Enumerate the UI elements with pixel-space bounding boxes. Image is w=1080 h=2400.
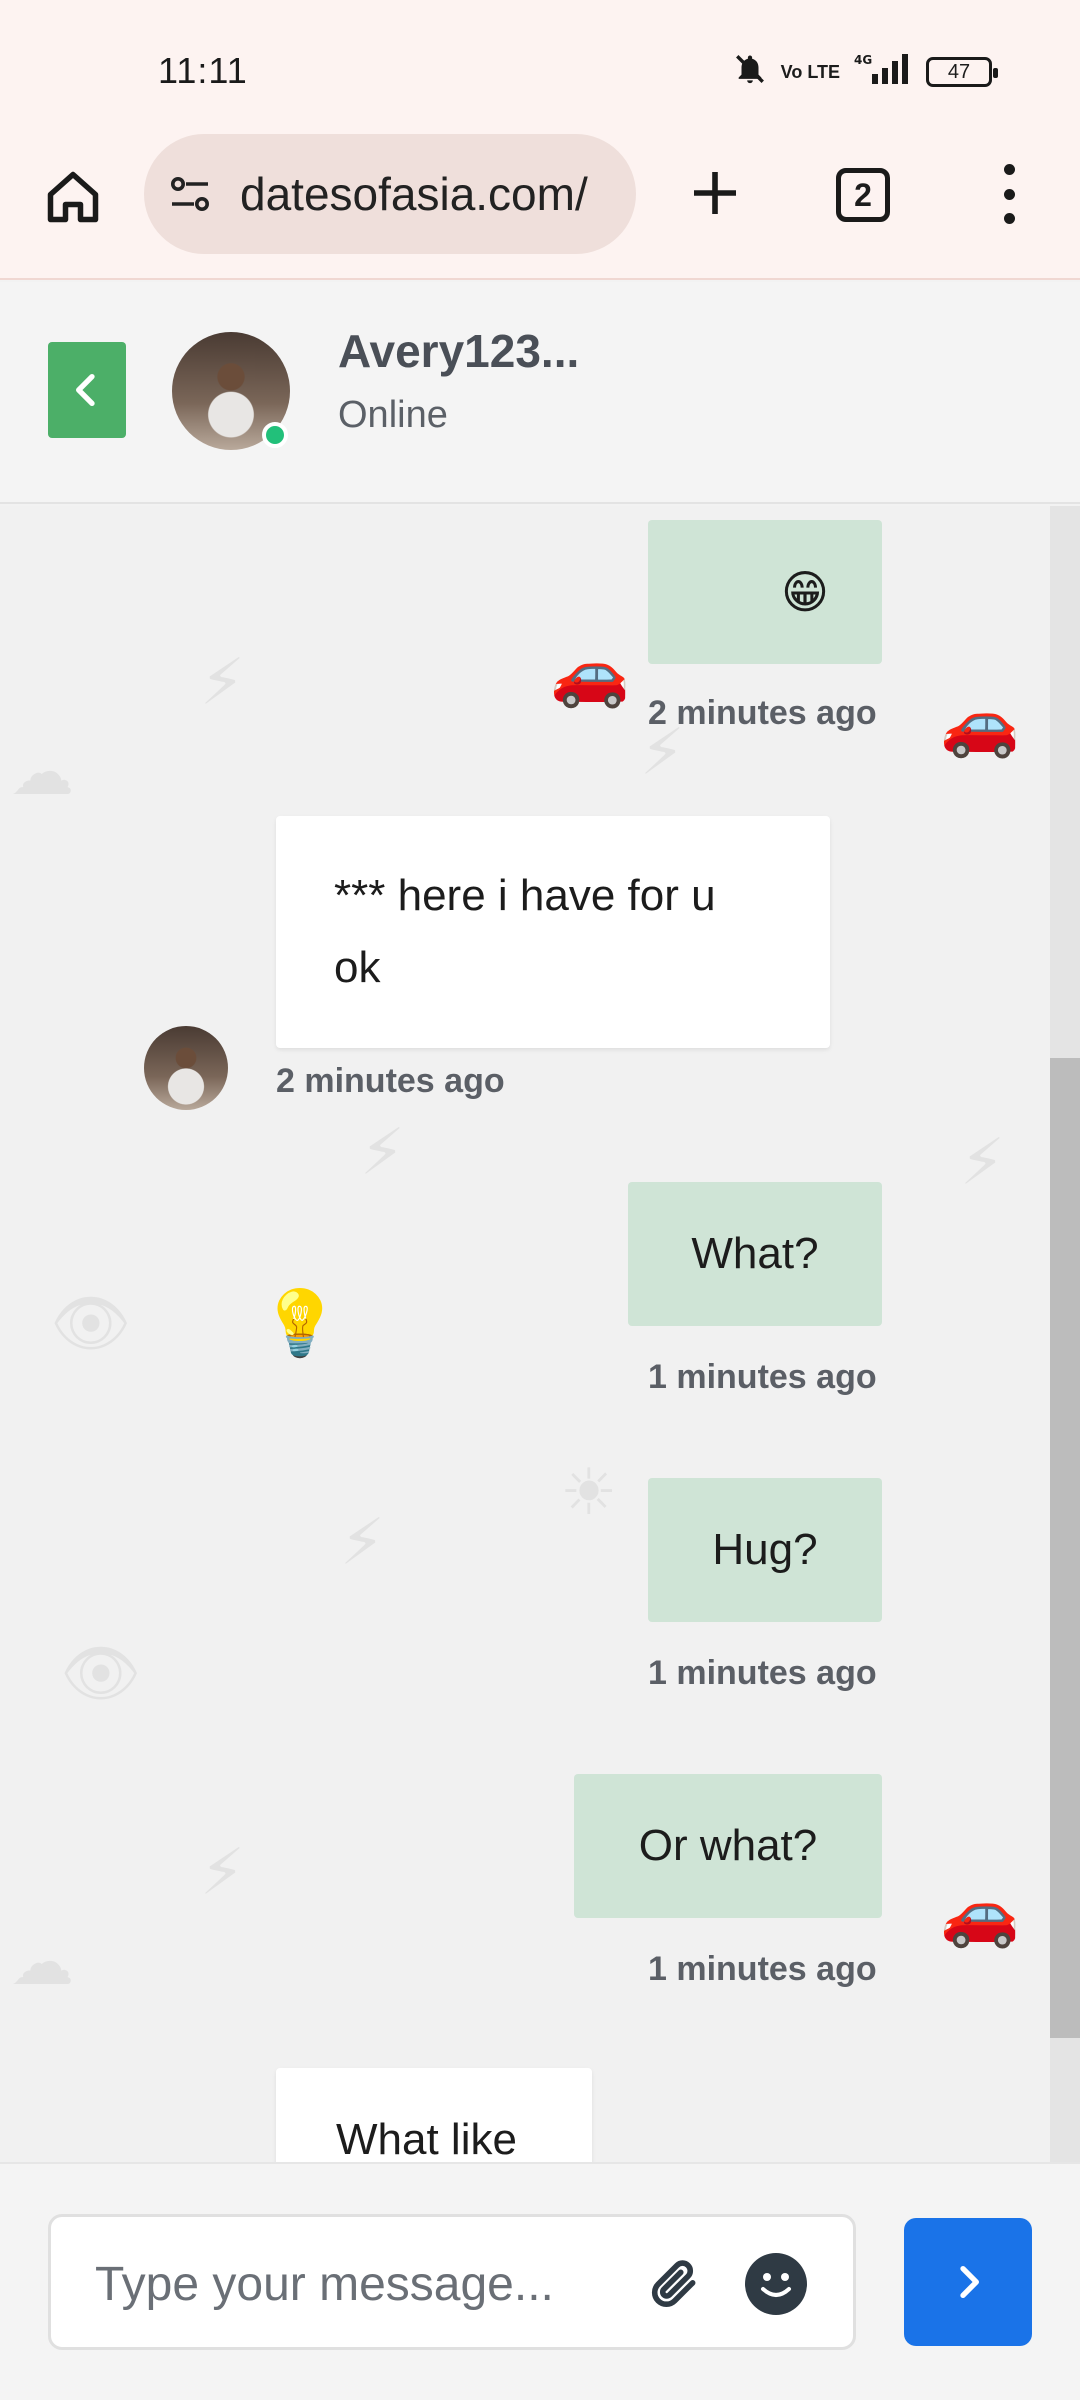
contact-status: Online (338, 394, 448, 436)
scrollbar-thumb[interactable] (1050, 1058, 1080, 2038)
tab-switcher-button[interactable]: 2 (836, 168, 890, 222)
sent-message-bubble[interactable]: Or what? (574, 1774, 882, 1918)
message-timestamp: 1 minutes ago (648, 1654, 877, 1692)
message-list[interactable]: 🚗 ⚡ ☁ ⚡ 🚗 ⚡ 💡 👁 ⚡ ☀ ⚡ 👁 ⚡ ☁ 🚗 😁 2 minute… (0, 506, 1080, 2162)
chevron-right-icon (960, 2266, 979, 2298)
message-timestamp: 2 minutes ago (276, 1062, 505, 1100)
home-button[interactable] (38, 162, 108, 232)
emoji-button[interactable] (745, 2253, 807, 2315)
back-button[interactable] (48, 342, 126, 438)
sender-avatar[interactable] (144, 1026, 228, 1110)
contact-name[interactable]: Avery123... (338, 324, 579, 378)
status-bar: 11:11 Vo LTE 4G 47 (0, 0, 1080, 134)
paperclip-icon (651, 2260, 696, 2308)
online-indicator (262, 422, 288, 448)
eye-doodle-icon: 👁 (60, 1637, 142, 1711)
browser-toolbar: datesofasia.com/ 2 (0, 134, 1080, 280)
car-doodle-icon: 🚗 (550, 637, 630, 711)
message-timestamp: 2 minutes ago (648, 694, 877, 732)
plug-doodle-icon: ⚡ (200, 646, 245, 720)
message-composer (0, 2162, 1080, 2400)
sent-message-bubble[interactable]: Hug? (648, 1478, 882, 1622)
network-type-label: 4G (854, 53, 872, 67)
message-timestamp: 1 minutes ago (648, 1358, 877, 1396)
plus-icon (694, 172, 736, 214)
eye-doodle-icon: 👁 (50, 1287, 132, 1361)
received-message-bubble[interactable]: What like (276, 2068, 592, 2162)
chat-header: Avery123... Online (0, 282, 1080, 504)
message-input-container[interactable] (48, 2214, 856, 2350)
home-icon (47, 171, 99, 223)
plug-doodle-icon: ⚡ (200, 1836, 245, 1910)
menu-dot-icon (1003, 188, 1015, 200)
notifications-muted-icon (733, 52, 767, 91)
car-doodle-icon: 🚗 (940, 687, 1020, 761)
lightning-doodle-icon: ⚡ (960, 1126, 1005, 1200)
sent-message-bubble[interactable]: 😁 (648, 520, 882, 664)
smiley-icon (761, 2273, 791, 2297)
message-input[interactable] (95, 2247, 615, 2321)
car-doodle-icon: 🚗 (940, 1877, 1020, 1951)
site-settings-icon[interactable] (166, 170, 214, 218)
cloud-doodle-icon: ☁ (10, 736, 74, 810)
chevron-left-icon (76, 374, 95, 406)
cloud-doodle-icon: ☁ (10, 1926, 74, 2000)
received-message-bubble[interactable]: *** here i have for u ok (276, 816, 830, 1048)
lightning-doodle-icon: ⚡ (360, 1116, 405, 1190)
status-icons: Vo LTE 4G 47 (733, 52, 998, 91)
send-button[interactable] (904, 2218, 1032, 2346)
menu-dot-icon (1003, 164, 1015, 175)
sent-message-bubble[interactable]: What? (628, 1182, 882, 1326)
lightning-doodle-icon: ⚡ (340, 1506, 385, 1580)
menu-dot-icon (1003, 213, 1015, 224)
volte-icon: Vo LTE (780, 61, 840, 82)
sun-doodle-icon: ☀ (560, 1456, 618, 1530)
status-time: 11:11 (158, 50, 248, 91)
browser-menu-button[interactable] (984, 164, 1034, 224)
bulb-doodle-icon: 💡 (260, 1287, 340, 1361)
attach-button[interactable] (641, 2251, 707, 2317)
new-tab-button[interactable] (680, 158, 750, 228)
message-timestamp: 1 minutes ago (648, 1950, 877, 1988)
address-bar[interactable]: datesofasia.com/ (144, 134, 636, 254)
signal-icon: 4G (854, 52, 912, 91)
battery-icon: 47 (926, 56, 998, 87)
url-text: datesofasia.com/ (240, 168, 588, 220)
